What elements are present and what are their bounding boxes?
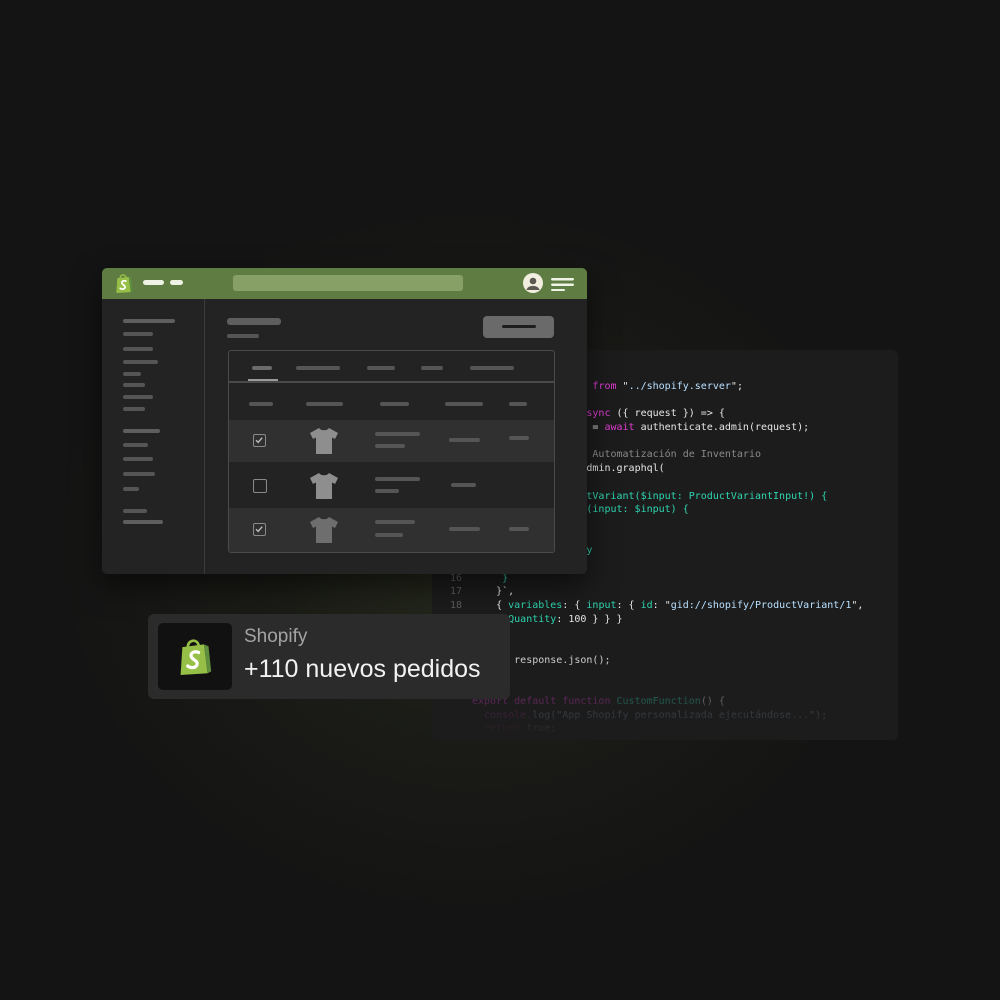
page-title [227,318,281,325]
hamburger-icon[interactable] [551,278,574,291]
code-token: input [586,600,617,611]
product-name [375,520,415,524]
admin-sidebar [102,299,205,574]
primary-action-button[interactable] [483,316,554,338]
column-header [509,402,527,406]
code-token: id [640,600,653,611]
sidebar-item[interactable] [123,457,153,461]
code-token: await [604,422,635,434]
code-token: ", [851,600,864,611]
code-token: " [616,381,629,392]
row-value [449,527,480,531]
product-meta [375,533,403,537]
tab-divider [229,381,554,383]
code-token: : { [562,600,587,611]
code-token: : 100 } } } [556,613,623,625]
code-token: from [592,381,617,392]
sidebar-item[interactable] [123,360,158,364]
tab-item[interactable] [421,366,443,370]
sidebar-item[interactable] [123,472,155,476]
sidebar-item[interactable] [123,509,147,513]
page-subtitle [227,334,259,338]
sidebar-item[interactable] [123,429,160,433]
check-icon [255,526,263,533]
row-checkbox[interactable] [253,523,266,536]
code-token: : " [652,600,671,611]
row-value [509,527,529,531]
code-token: }`, [472,586,515,598]
sidebar-item[interactable] [123,407,145,411]
tab-item[interactable] [296,366,340,370]
search-input[interactable] [233,275,463,291]
sidebar-item[interactable] [123,395,153,399]
column-header [306,402,343,406]
row-value [509,436,529,440]
product-meta [375,489,399,493]
table-row[interactable] [229,508,554,552]
sidebar-item[interactable] [123,520,163,524]
tab-item[interactable] [367,366,395,370]
notification-message: +110 nuevos pedidos [244,655,481,683]
sidebar-item[interactable] [123,319,175,323]
notification-title: Shopify [244,626,308,647]
admin-topbar [102,268,587,299]
code-line: 17 }`, [432,585,898,599]
orders-table [228,350,555,553]
column-header [445,402,483,406]
tshirt-icon [310,473,338,499]
shopify-admin-window [102,268,587,574]
table-row[interactable] [229,420,554,462]
check-icon [255,437,263,444]
notification-app-icon [158,623,232,690]
shopify-bag-icon [180,639,212,675]
sidebar-item[interactable] [123,332,153,336]
user-avatar-icon[interactable] [523,273,543,293]
code-token: authenticate.admin(request); [634,422,810,434]
nav-pill-2[interactable] [170,280,183,285]
tshirt-icon [310,517,338,543]
row-checkbox[interactable] [253,434,266,447]
sidebar-item[interactable] [123,347,153,351]
nav-pill-1[interactable] [143,280,164,285]
code-token: : { [616,600,641,611]
column-header [380,402,409,406]
column-header [249,402,273,406]
shopify-logo-icon [116,274,133,294]
notification-toast[interactable]: Shopify +110 nuevos pedidos [148,614,510,699]
line-number: 17 [449,586,462,598]
row-checkbox[interactable] [253,479,267,493]
product-name [375,432,420,436]
code-line: 18 { variables: { input: { id: " gid://sh… [432,599,898,613]
tab-all[interactable] [252,366,272,370]
sidebar-item[interactable] [123,443,148,447]
table-row[interactable] [229,462,554,508]
tshirt-icon [310,428,338,454]
code-token: variables [508,600,563,611]
code-token: admin.graphql( [574,463,665,475]
tab-item[interactable] [470,366,514,370]
sidebar-item[interactable] [123,487,139,491]
code-token: "; [730,381,743,392]
code-token: { [472,600,509,611]
row-value [451,483,476,487]
row-value [449,438,480,442]
sidebar-item[interactable] [123,383,145,387]
product-name [375,477,420,481]
line-number: 18 [449,600,462,611]
code-token: gid://shopify/ProductVariant/1 [670,600,852,611]
sidebar-item[interactable] [123,372,141,376]
product-meta [375,444,405,448]
code-token: ../shopify.server [628,381,731,392]
code-token: ({ request }) => { [610,408,725,420]
